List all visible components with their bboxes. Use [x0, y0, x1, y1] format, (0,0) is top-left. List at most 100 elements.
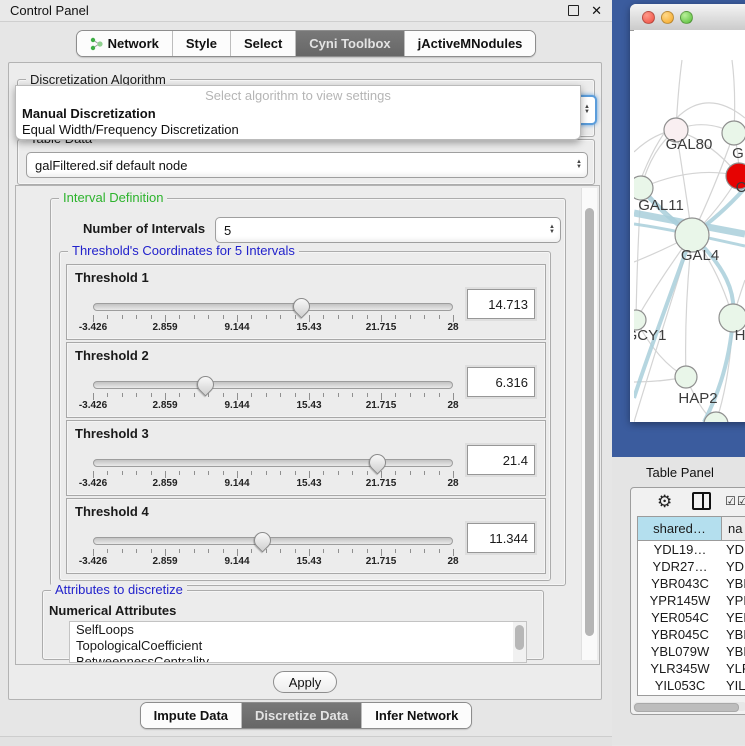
threshold-value-field[interactable]: 6.316: [467, 367, 535, 397]
mac-zoom-button[interactable]: [680, 11, 693, 24]
tick-mark: [237, 549, 238, 556]
tab-infer-network[interactable]: Infer Network: [361, 703, 471, 728]
cell-name[interactable]: YDL1: [722, 541, 745, 558]
tick-label: 15.43: [296, 400, 321, 411]
cell-name[interactable]: YBR0: [722, 626, 745, 643]
mac-close-button[interactable]: [642, 11, 655, 24]
cell-shared-name[interactable]: YBR045C: [638, 626, 722, 643]
threshold-slider[interactable]: [93, 303, 453, 311]
slider-track[interactable]: [93, 459, 453, 467]
threshold-slider[interactable]: [93, 381, 453, 389]
tick-mark: [136, 471, 137, 475]
table-row[interactable]: YBR045CYBR0: [638, 626, 745, 643]
tab-impute-data[interactable]: Impute Data: [141, 703, 241, 728]
cell-shared-name[interactable]: YLR345W: [638, 660, 722, 677]
table-row[interactable]: YPR145WYPR1: [638, 592, 745, 609]
cell-shared-name[interactable]: YIL053C: [638, 677, 722, 694]
table-toolbar: ⚙ ☑☑: [631, 488, 745, 514]
slider-track[interactable]: [93, 381, 453, 389]
table-row[interactable]: YLR345WYLR3: [638, 660, 745, 677]
tick-label: 21.715: [366, 400, 397, 411]
slider-ticks: [93, 549, 453, 556]
threshold-value-field[interactable]: 14.713: [467, 289, 535, 319]
tick-mark: [381, 393, 382, 400]
table-row[interactable]: YDR27…YDR2: [638, 558, 745, 575]
settings-scroll-panel: Interval Definition Number of Intervals …: [15, 185, 600, 665]
tick-label: 2.859: [152, 478, 177, 489]
table-row[interactable]: YBL079WYBL0: [638, 643, 745, 660]
tick-label: -3.426: [79, 400, 107, 411]
close-icon[interactable]: ✕: [591, 3, 602, 19]
select-columns-checkboxes-icon[interactable]: ☑☑: [725, 494, 745, 508]
threshold-box: Threshold 4-3.4262.8599.14415.4321.71528…: [66, 498, 546, 574]
tick-mark: [251, 549, 252, 553]
cell-shared-name[interactable]: YBR043C: [638, 575, 722, 592]
tab-label: Style: [186, 36, 217, 51]
popup-item-equal-width-frequency[interactable]: Equal Width/Frequency Discretization: [16, 122, 580, 138]
cell-shared-name[interactable]: YPR145W: [638, 592, 722, 609]
tick-mark: [151, 471, 152, 475]
group-title: Interval Definition: [59, 191, 167, 205]
threshold-slider[interactable]: [93, 537, 453, 545]
table-data-combobox[interactable]: galFiltered.sif default node ▲▼: [26, 152, 588, 178]
cell-shared-name[interactable]: YDR27…: [638, 558, 722, 575]
slider-track[interactable]: [93, 303, 453, 311]
tab-jactivemnodules[interactable]: jActiveMNodules: [404, 31, 536, 56]
table-row[interactable]: YDL19…YDL1: [638, 541, 745, 558]
tick-mark: [295, 393, 296, 397]
tick-mark: [251, 315, 252, 319]
attribute-list-item[interactable]: TopologicalCoefficient: [70, 638, 526, 654]
cell-name[interactable]: YDR2: [722, 558, 745, 575]
cell-shared-name[interactable]: YBL079W: [638, 643, 722, 660]
apply-button[interactable]: Apply: [273, 671, 337, 693]
cell-name[interactable]: YER0: [722, 609, 745, 626]
tab-discretize-data[interactable]: Discretize Data: [241, 703, 361, 728]
column-header-name[interactable]: na: [722, 517, 745, 541]
tick-mark: [439, 471, 440, 475]
node[interactable]: [722, 121, 745, 145]
cell-name[interactable]: YIL0: [722, 677, 745, 694]
vertical-scrollbar[interactable]: [581, 188, 597, 660]
network-window-titlebar[interactable]: [630, 4, 745, 31]
cell-shared-name[interactable]: YER054C: [638, 609, 722, 626]
tab-cyni-toolbox[interactable]: Cyni Toolbox: [295, 31, 403, 56]
slider-track[interactable]: [93, 537, 453, 545]
list-scrollbar[interactable]: [513, 622, 526, 662]
gear-icon[interactable]: ⚙: [657, 493, 672, 510]
tick-mark: [165, 549, 166, 556]
tick-mark: [352, 393, 353, 397]
threshold-value-field[interactable]: 11.344: [467, 523, 535, 553]
algorithm-dropdown-popup: Select algorithm to view settings Manual…: [15, 85, 581, 140]
threshold-slider[interactable]: [93, 459, 453, 467]
network-view-window[interactable]: GAL80GCGAL11GAL4GCY1HHAP2: [630, 4, 745, 422]
tab-select[interactable]: Select: [230, 31, 295, 56]
tab-network[interactable]: Network: [77, 31, 172, 56]
node-label: GCY1: [634, 327, 666, 344]
tick-mark: [410, 315, 411, 319]
cell-shared-name[interactable]: YDL19…: [638, 541, 722, 558]
tab-label: jActiveMNodules: [418, 36, 523, 51]
network-canvas[interactable]: GAL80GCGAL11GAL4GCY1HHAP2: [634, 30, 745, 422]
mac-minimize-button[interactable]: [661, 11, 674, 24]
attribute-list-item[interactable]: SelfLoops: [70, 622, 526, 638]
tick-mark: [323, 315, 324, 319]
popup-item-manual-discretization[interactable]: Manual Discretization: [16, 106, 580, 122]
table-row[interactable]: YER054CYER0: [638, 609, 745, 626]
cell-name[interactable]: YBL0: [722, 643, 745, 660]
horizontal-scrollbar[interactable]: [633, 702, 745, 711]
tab-label: Cyni Toolbox: [309, 36, 390, 51]
attribute-list-item[interactable]: BetweennessCentrality: [70, 654, 526, 663]
num-intervals-combobox[interactable]: 5 ▲▼: [215, 217, 561, 243]
table-row[interactable]: YBR043CYBR0: [638, 575, 745, 592]
split-columns-icon[interactable]: [692, 492, 711, 510]
threshold-value-field[interactable]: 21.4: [467, 445, 535, 475]
table-row[interactable]: YIL053CYIL0: [638, 677, 745, 694]
tab-style[interactable]: Style: [172, 31, 230, 56]
numerical-attributes-list[interactable]: SelfLoopsTopologicalCoefficientBetweenne…: [69, 621, 527, 663]
HAP2-node[interactable]: [675, 366, 697, 388]
float-window-icon[interactable]: [568, 5, 579, 16]
cell-name[interactable]: YPR1: [722, 592, 745, 609]
cell-name[interactable]: YBR0: [722, 575, 745, 592]
cell-name[interactable]: YLR3: [722, 660, 745, 677]
column-header-shared-name[interactable]: shared…: [638, 517, 722, 541]
